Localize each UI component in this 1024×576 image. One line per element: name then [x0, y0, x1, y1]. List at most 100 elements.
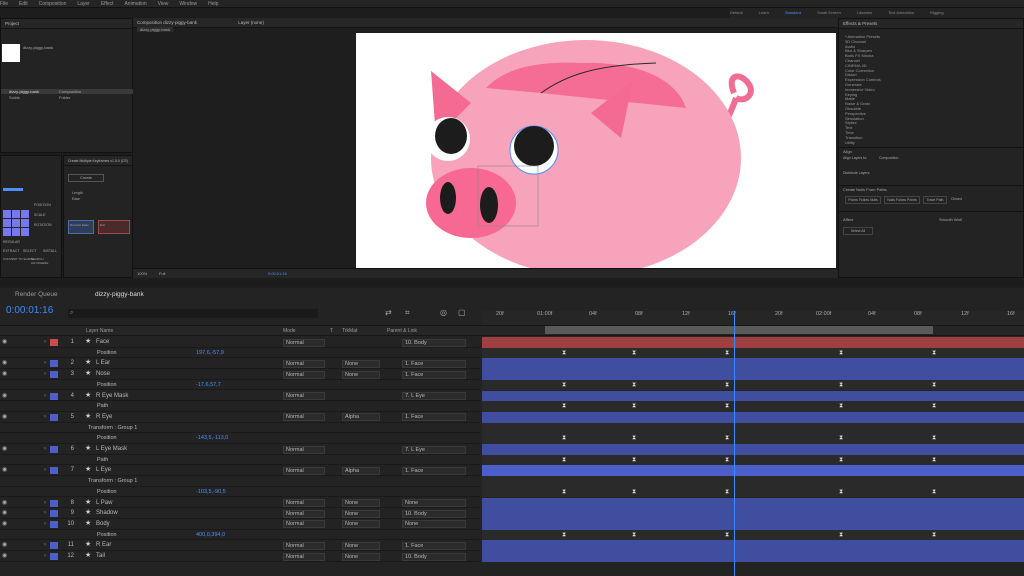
menu-effect[interactable]: Effect: [101, 0, 114, 8]
menu-layer[interactable]: Layer: [77, 0, 90, 8]
layer-row[interactable]: ◉ › 6 ★ L Eye Mask Normal 7. L Eye: [0, 444, 480, 455]
viewer-time[interactable]: 0:00:01:16: [268, 269, 287, 279]
duik-label-search[interactable]: SEARCH ANYWHERE: [31, 257, 61, 265]
layer-row[interactable]: ◉ › 3 ★ Nose Normal None 1. Face: [0, 369, 480, 380]
duik-cell[interactable]: [3, 228, 11, 236]
layer-row[interactable]: ◉ › 5 ★ R Eye Normal Alpha 1. Face: [0, 412, 480, 423]
zoom-select[interactable]: 100%: [137, 269, 147, 279]
l-eye-pupil[interactable]: [435, 118, 467, 154]
viewer-tab[interactable]: Composition dizzy-piggy-bank: [137, 20, 197, 25]
property-row[interactable]: Position 197,6,-57,9: [0, 348, 480, 359]
track-bar[interactable]: [482, 358, 1024, 370]
layer-row[interactable]: ◉ › 2 ★ L Ear Normal None 1. Face: [0, 358, 480, 370]
layer-row[interactable]: ◉ › 10 ★ Body Normal None None: [0, 519, 480, 530]
track-bar[interactable]: ⧗ ⧗ ⧗ ⧗ ⧗: [482, 347, 1024, 359]
label-color-swatch[interactable]: [50, 413, 58, 421]
keyframe-icon[interactable]: ⧗: [839, 382, 843, 388]
mode-dropdown[interactable]: Normal: [283, 541, 325, 550]
keyframe-icon[interactable]: ⧗: [725, 457, 729, 463]
layer-row[interactable]: ◉ › 8 ★ L Paw Normal None None: [0, 498, 480, 509]
duik-cell[interactable]: [21, 228, 29, 236]
keyframe-icon[interactable]: ⧗: [932, 489, 936, 495]
mode-dropdown[interactable]: Normal: [283, 392, 325, 400]
visibility-eye-icon[interactable]: ◉: [2, 339, 8, 345]
time-ruler[interactable]: 20f 01:00f 04f 08f 12f 16f 20f 02:00f 04…: [482, 311, 1024, 325]
label-color-swatch[interactable]: [50, 520, 58, 528]
property-name[interactable]: Transform : Group 1: [88, 476, 137, 487]
layer-name[interactable]: R Eye Mask: [96, 391, 128, 402]
keyframe-icon[interactable]: ⧗: [839, 435, 843, 441]
mode-dropdown[interactable]: Normal: [283, 509, 325, 518]
visibility-eye-icon[interactable]: ◉: [2, 360, 8, 366]
menu-help[interactable]: Help: [208, 0, 218, 8]
create-button[interactable]: Create: [68, 174, 104, 182]
chevron-right-icon[interactable]: ›: [44, 391, 46, 402]
trace-path-button[interactable]: Trace Path: [923, 196, 947, 204]
chevron-right-icon[interactable]: ›: [44, 369, 46, 380]
label-color-swatch[interactable]: [50, 553, 58, 560]
keyframe-icon[interactable]: ⧗: [725, 350, 729, 356]
layer-name[interactable]: L Eye: [96, 465, 111, 476]
keyframe-icon[interactable]: ⧗: [725, 435, 729, 441]
label-color-swatch[interactable]: [50, 371, 58, 379]
parent-dropdown[interactable]: None: [402, 499, 466, 507]
workspace-default[interactable]: Default: [730, 8, 743, 18]
keyframe-icon[interactable]: ⧗: [839, 532, 843, 538]
duik-label-extract[interactable]: EXTRACT: [3, 249, 19, 253]
nulls-follow-points-button[interactable]: Nulls Follow Points: [884, 196, 920, 204]
track-bar[interactable]: [482, 540, 1024, 551]
visibility-eye-icon[interactable]: ◉: [2, 553, 8, 559]
project-tab[interactable]: Project: [1, 19, 132, 29]
playhead[interactable]: [734, 311, 735, 576]
label-color-swatch[interactable]: [50, 467, 58, 475]
track-bar[interactable]: ⧗ ⧗ ⧗ ⧗ ⧗: [482, 401, 1024, 412]
property-row[interactable]: Transform : Group 1: [0, 423, 480, 434]
property-value[interactable]: 197,6,-57,9: [196, 348, 224, 359]
layer-name[interactable]: R Ear: [96, 540, 111, 551]
visibility-eye-icon[interactable]: ◉: [2, 467, 8, 473]
layer-name[interactable]: L Paw: [96, 498, 112, 509]
keyframe-icon[interactable]: ⧗: [725, 403, 729, 409]
keyframe-icon[interactable]: ⧗: [632, 489, 636, 495]
keyframe-icon[interactable]: ⧗: [562, 435, 566, 441]
nose-shape[interactable]: [426, 168, 516, 238]
property-row[interactable]: Position -17,6,57,7: [0, 380, 480, 391]
duik-cell[interactable]: [12, 210, 20, 218]
parent-dropdown[interactable]: 10. Body: [402, 338, 466, 347]
property-row[interactable]: Path: [0, 401, 480, 412]
workspace-standard[interactable]: Standard: [785, 8, 801, 18]
menu-composition[interactable]: Composition: [39, 0, 67, 8]
layer-name[interactable]: Body: [96, 519, 110, 530]
graph-editor-icon[interactable]: ▢: [458, 308, 466, 317]
visibility-eye-icon[interactable]: ◉: [2, 414, 8, 420]
select-all-button[interactable]: Select All: [843, 227, 873, 235]
keyframe-icon[interactable]: ⧗: [932, 532, 936, 538]
trkmat-dropdown[interactable]: Alpha: [342, 413, 380, 422]
parent-dropdown[interactable]: 1. Face: [402, 359, 466, 368]
keyframe-icon[interactable]: ⧗: [839, 489, 843, 495]
property-value[interactable]: -17,6,57,7: [196, 380, 221, 391]
project-row[interactable]: Solids Folder: [1, 95, 134, 100]
property-name[interactable]: Position: [97, 433, 117, 444]
parent-dropdown[interactable]: None: [402, 520, 466, 529]
keyframe-icon[interactable]: ⧗: [932, 350, 936, 356]
mode-dropdown[interactable]: Normal: [283, 445, 325, 454]
visibility-eye-icon[interactable]: ◉: [2, 500, 8, 506]
parent-dropdown[interactable]: 7. L Eye: [402, 445, 466, 454]
chevron-right-icon[interactable]: ›: [44, 540, 46, 551]
trkmat-dropdown[interactable]: None: [342, 541, 380, 550]
track-bar[interactable]: ⧗ ⧗ ⧗ ⧗ ⧗: [482, 379, 1024, 391]
resolution-select[interactable]: Full: [159, 269, 165, 279]
layer-name[interactable]: Nose: [96, 369, 110, 380]
keyframe-icon[interactable]: ⧗: [632, 403, 636, 409]
keyframe-icon[interactable]: ⧗: [632, 532, 636, 538]
col-mode[interactable]: Mode: [283, 326, 296, 337]
track-bar[interactable]: [482, 422, 1024, 434]
layer-name[interactable]: R Eye: [96, 412, 112, 423]
duik-cell[interactable]: [21, 219, 29, 227]
keyframe-icon[interactable]: ⧗: [932, 457, 936, 463]
layer-row[interactable]: ◉ › 9 ★ Shadow Normal None 10. Body: [0, 508, 480, 519]
duik-cell[interactable]: [3, 219, 11, 227]
menu-animation[interactable]: Animation: [124, 0, 146, 8]
duik-slider[interactable]: [3, 188, 23, 191]
